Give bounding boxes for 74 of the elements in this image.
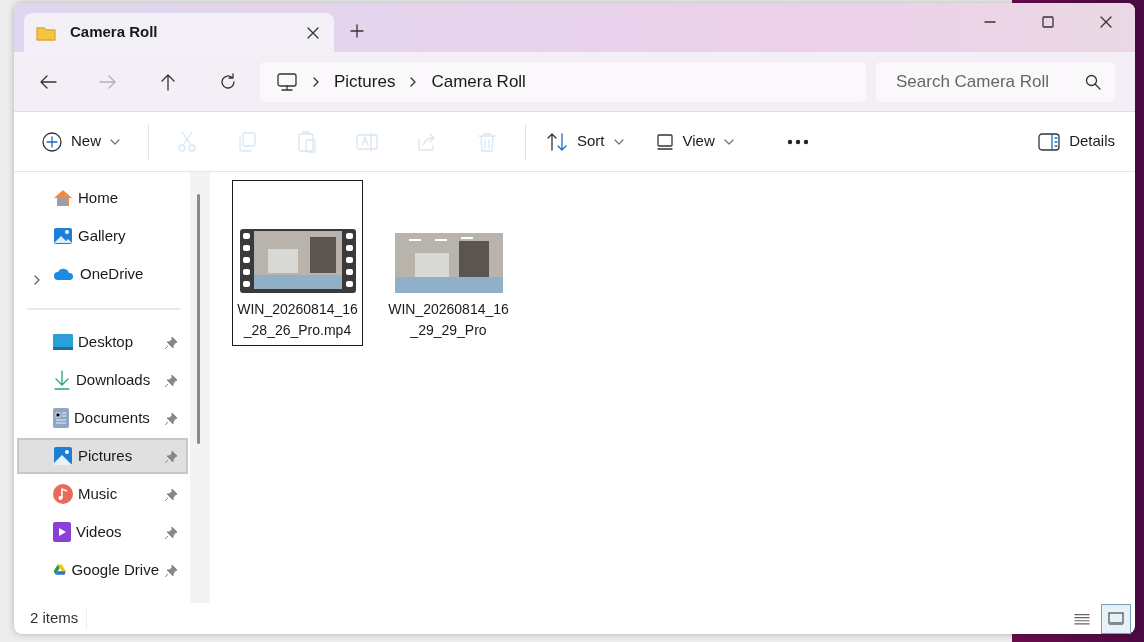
sidebar-item[interactable]: OneDrive: [17, 256, 188, 292]
breadcrumb-item[interactable]: Camera Roll: [431, 68, 526, 95]
download-icon: [53, 370, 71, 390]
plus-icon: [350, 23, 364, 38]
pin-icon[interactable]: [164, 373, 178, 388]
up-arrow-icon: [160, 72, 176, 91]
pin-icon[interactable]: [164, 335, 178, 350]
sidebar-item[interactable]: Pictures: [17, 438, 188, 474]
desktop-icon: [53, 333, 73, 351]
chevron-icon: [409, 75, 418, 88]
view-button[interactable]: View: [647, 122, 742, 161]
tiles-view-icon: [1108, 611, 1124, 626]
tab[interactable]: Camera Roll: [24, 13, 334, 52]
caret-icon: [723, 138, 734, 145]
item-count: 2 items: [30, 607, 88, 630]
monitor-icon: [276, 71, 298, 92]
picture-icon: [53, 226, 73, 246]
sidebar-item[interactable]: Gallery: [17, 218, 188, 254]
details-pane-icon: [1038, 132, 1061, 151]
file-name: WIN_20260814_16_29_29_Pro: [388, 300, 509, 340]
search-field[interactable]: Search Camera Roll: [894, 67, 1085, 96]
trash-icon: [478, 131, 496, 152]
sidebar-item[interactable]: Home: [17, 180, 188, 216]
caret-icon: [613, 138, 624, 145]
video-icon: [53, 522, 71, 542]
search-icon: [1085, 73, 1101, 90]
plus-circle-icon: [42, 131, 62, 152]
more-icon: [786, 138, 809, 145]
pin-icon[interactable]: [164, 449, 178, 464]
clipboard-icon: [297, 130, 317, 153]
file-item[interactable]: WIN_20260814_16_28_26_Pro.mp4: [232, 180, 363, 346]
pin-icon[interactable]: [164, 411, 178, 426]
caret-icon: [110, 138, 120, 145]
sidebar-item[interactable]: Desktop: [17, 324, 188, 360]
sidebar-item[interactable]: Google Drive: [17, 552, 188, 588]
new-button[interactable]: New: [34, 122, 128, 161]
tab-title: Camera Roll: [70, 22, 158, 43]
details-button[interactable]: Details: [1030, 122, 1123, 161]
folder-icon: [36, 24, 56, 41]
search-box[interactable]: Search Camera Roll: [876, 61, 1115, 102]
list-view-icon: [1074, 611, 1090, 626]
sidebar-item[interactable]: Music: [17, 476, 188, 512]
rename-icon: [356, 131, 378, 152]
pin-icon[interactable]: [164, 525, 178, 540]
tiles-view-button[interactable]: [1101, 603, 1131, 634]
scrollbar-thumb[interactable]: [197, 194, 200, 444]
address-bar[interactable]: Pictures Camera Roll: [260, 61, 866, 102]
pin-icon[interactable]: [164, 487, 178, 502]
sidebar-item[interactable]: Downloads: [17, 362, 188, 398]
scissors-icon: [177, 130, 197, 153]
cloud-icon: [53, 267, 75, 281]
pin-icon[interactable]: [164, 563, 178, 578]
picture-icon: [53, 446, 73, 466]
sort-button[interactable]: Sort: [538, 122, 632, 161]
sort-icon: [546, 131, 568, 152]
left-arrow-icon: [39, 73, 57, 90]
sidebar-item[interactable]: Videos: [17, 514, 188, 550]
right-arrow-icon: [99, 73, 117, 90]
close-icon: [1099, 15, 1113, 29]
file-name: WIN_20260814_16_28_26_Pro.mp4: [237, 300, 358, 340]
breadcrumb-item[interactable]: Pictures: [334, 68, 396, 95]
share-icon: [417, 131, 437, 152]
file-item[interactable]: WIN_20260814_16_29_29_Pro: [383, 180, 514, 346]
maximize-icon: [1042, 16, 1054, 28]
chevron-icon[interactable]: [33, 274, 41, 287]
refresh-icon: [219, 72, 237, 91]
home-icon: [53, 188, 73, 208]
document-icon: [53, 408, 69, 428]
close-icon: [306, 26, 320, 41]
copy-icon: [237, 131, 257, 152]
sidebar-item[interactable]: Documents: [17, 400, 188, 436]
chevron-icon: [312, 75, 320, 88]
music-icon: [53, 484, 73, 504]
view-icon: [655, 132, 674, 151]
